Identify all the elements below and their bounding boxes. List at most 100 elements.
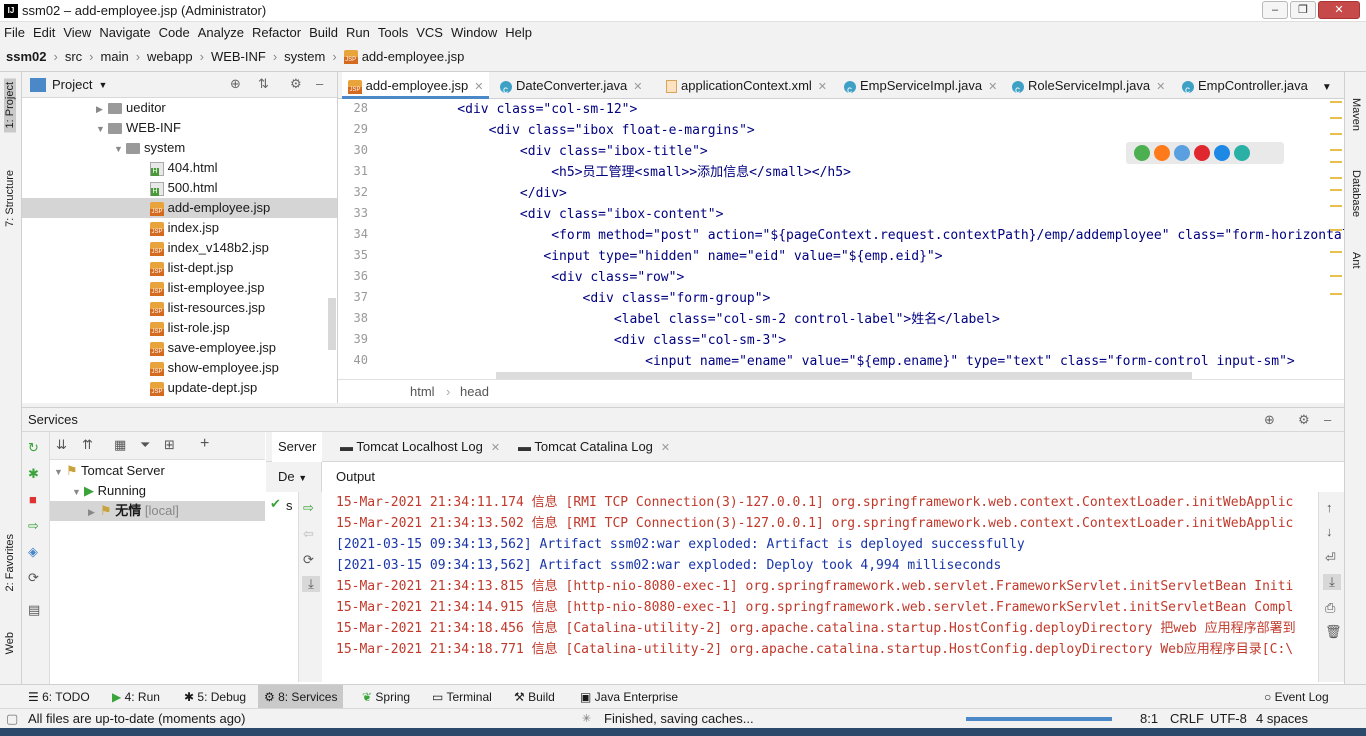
build-tool-button[interactable]: ⚒ Build <box>514 685 555 709</box>
terminal-tool-button[interactable]: ▭ Terminal <box>432 685 492 709</box>
stop-icon[interactable]: ■ <box>29 492 37 507</box>
project-panel-title[interactable]: Project <box>52 77 92 92</box>
project-scrollbar[interactable] <box>328 298 336 350</box>
tree-item-file[interactable]: list-dept.jsp <box>150 258 233 278</box>
menu-vcs[interactable]: VCS <box>412 22 447 44</box>
code-line[interactable]: <div class="col-sm-12"> <box>426 99 637 120</box>
locate-icon[interactable]: ⊕ <box>230 76 241 92</box>
indent-setting[interactable]: 4 spaces <box>1256 711 1308 726</box>
close-tab-icon[interactable]: ✕ <box>491 442 500 454</box>
expand-all-icon[interactable]: ⇊ <box>56 437 67 453</box>
close-tab-icon[interactable]: ✕ <box>474 81 483 93</box>
structure-tool-tab[interactable]: 7: Structure <box>4 170 16 227</box>
run-tool-button[interactable]: ▶ 4: Run <box>112 685 160 709</box>
code-line[interactable]: <div class="ibox float-e-margins"> <box>426 120 755 141</box>
maximize-button[interactable]: ❐ <box>1290 1 1316 19</box>
maven-tool-tab[interactable]: Maven <box>1350 98 1362 131</box>
tree-item-file[interactable]: save-employee.jsp <box>150 338 276 358</box>
tree-item-file-selected[interactable]: add-employee.jsp <box>22 198 337 218</box>
menu-window[interactable]: Window <box>447 22 501 44</box>
deployment-item[interactable]: s <box>286 498 293 513</box>
tree-item-file[interactable]: 404.html <box>150 158 218 178</box>
tree-item-web-inf[interactable]: ▼ WEB-INF <box>96 118 181 138</box>
chrome-icon[interactable] <box>1134 145 1150 161</box>
caret-position[interactable]: 8:1 <box>1140 711 1158 726</box>
close-button[interactable]: ✕ <box>1318 1 1360 19</box>
menu-code[interactable]: Code <box>155 22 194 44</box>
breadcrumb-webapp[interactable]: webapp <box>147 49 193 64</box>
menu-file[interactable]: File <box>0 22 29 44</box>
crumb-html[interactable]: html <box>410 384 435 399</box>
chevron-down-icon[interactable]: ▼ <box>1322 82 1332 93</box>
todo-tool-button[interactable]: ☰ 6: TODO <box>28 685 90 709</box>
close-tab-icon[interactable]: ✕ <box>988 81 997 93</box>
debug-icon[interactable]: ✱ <box>28 466 39 482</box>
tab-tomcat-catalina-log[interactable]: ▬ Tomcat Catalina Log ✕ <box>512 432 676 462</box>
group-icon[interactable]: ▦ <box>114 437 126 453</box>
tab-emp-controller[interactable]: EmpController.java▼ <box>1176 72 1338 104</box>
edge-icon[interactable] <box>1234 145 1250 161</box>
tree-item-system[interactable]: ▼ system <box>114 138 185 158</box>
breadcrumb-main[interactable]: main <box>101 49 129 64</box>
trash-icon[interactable]: 🗑 <box>1325 624 1342 640</box>
ant-tool-tab[interactable]: Ant <box>1350 252 1362 269</box>
menu-build[interactable]: Build <box>305 22 342 44</box>
tree-item-file[interactable]: index_v148b2.jsp <box>150 238 269 258</box>
breadcrumb-project[interactable]: ssm02 <box>6 49 46 64</box>
database-tool-tab[interactable]: Database <box>1350 170 1362 217</box>
tree-item-file[interactable]: index.jsp <box>150 218 219 238</box>
code-line[interactable]: </div> <box>426 183 567 204</box>
java-enterprise-tool-button[interactable]: ▣ Java Enterprise <box>580 685 678 709</box>
tree-item-file[interactable]: list-resources.jsp <box>150 298 265 318</box>
arrow-down-icon[interactable]: ↓ <box>1326 524 1333 539</box>
breadcrumb-web-inf[interactable]: WEB-INF <box>211 49 266 64</box>
filter-icon[interactable]: ⏷ <box>140 437 150 453</box>
code-line[interactable]: <h5>员工管理<small>>添加信息</small></h5> <box>426 162 851 183</box>
event-log-button[interactable]: ○ Event Log <box>1264 685 1329 709</box>
tree-item-tomcat-server[interactable]: ▼ ⚑ Tomcat Server <box>54 461 165 481</box>
tab-server[interactable]: Server <box>272 432 323 462</box>
tree-item-ueditor[interactable]: ▶ ueditor <box>96 98 166 118</box>
tab-add-employee[interactable]: add-employee.jsp✕ <box>342 72 490 99</box>
services-tool-button[interactable]: ⚙ 8: Services <box>258 685 344 709</box>
code-line[interactable]: <div class="ibox-content"> <box>426 204 724 225</box>
menu-tools[interactable]: Tools <box>374 22 412 44</box>
debug-tool-button[interactable]: ✱ 5: Debug <box>184 685 246 709</box>
breadcrumb-file[interactable]: add-employee.jsp <box>362 49 465 64</box>
menu-view[interactable]: View <box>59 22 95 44</box>
breadcrumb-system[interactable]: system <box>284 49 325 64</box>
collapse-all-icon[interactable]: ⇈ <box>82 437 93 453</box>
hide-panel-icon[interactable]: – <box>1324 408 1331 432</box>
safari-icon[interactable] <box>1174 145 1190 161</box>
code-line[interactable]: <div class="ibox-title"> <box>426 141 708 162</box>
tree-item-file[interactable]: list-employee.jsp <box>150 278 264 298</box>
crumb-head[interactable]: head <box>460 384 489 399</box>
scroll-lock-icon[interactable]: ⤓ <box>302 576 320 592</box>
web-tool-tab[interactable]: Web <box>4 632 16 654</box>
menu-analyze[interactable]: Analyze <box>194 22 248 44</box>
code-area[interactable]: <div class="col-sm-12"> <div class="ibox… <box>426 99 1344 379</box>
tree-item-file[interactable]: 500.html <box>150 178 218 198</box>
status-icon[interactable]: ▢ <box>6 711 18 727</box>
collapse-all-icon[interactable]: ⇅ <box>258 76 269 92</box>
settings-gear-icon[interactable]: ⚙ <box>290 76 302 92</box>
code-line[interactable]: <input type="hidden" name="eid" value="$… <box>426 246 942 267</box>
file-encoding[interactable]: UTF-8 <box>1210 711 1247 726</box>
background-task-status[interactable]: Finished, saving caches... <box>604 711 754 726</box>
hide-panel-icon[interactable]: – <box>316 76 323 91</box>
menu-help[interactable]: Help <box>501 22 536 44</box>
code-line[interactable]: <label class="col-sm-2 control-label">姓名… <box>426 309 1000 330</box>
code-line[interactable]: <form method="post" action="${pageContex… <box>426 225 1344 246</box>
menu-edit[interactable]: Edit <box>29 22 59 44</box>
close-tab-icon[interactable]: ✕ <box>661 442 670 454</box>
project-tool-tab[interactable]: 1: Project <box>4 78 16 133</box>
print-icon[interactable]: ⎙ <box>1325 600 1335 616</box>
tab-tomcat-localhost-log[interactable]: ▬ Tomcat Localhost Log ✕ <box>334 432 506 462</box>
tab-role-service-impl[interactable]: RoleServiceImpl.java✕ <box>1006 72 1171 104</box>
tree-item-running[interactable]: ▼ ▶ Running <box>72 481 146 501</box>
close-tab-icon[interactable]: ✕ <box>633 81 642 93</box>
layout-icon[interactable]: ▤ <box>28 602 40 618</box>
close-tab-icon[interactable]: ✕ <box>818 81 827 93</box>
favorites-tool-tab[interactable]: 2: Favorites <box>4 534 16 591</box>
tab-date-converter[interactable]: DateConverter.java✕ <box>494 72 649 104</box>
